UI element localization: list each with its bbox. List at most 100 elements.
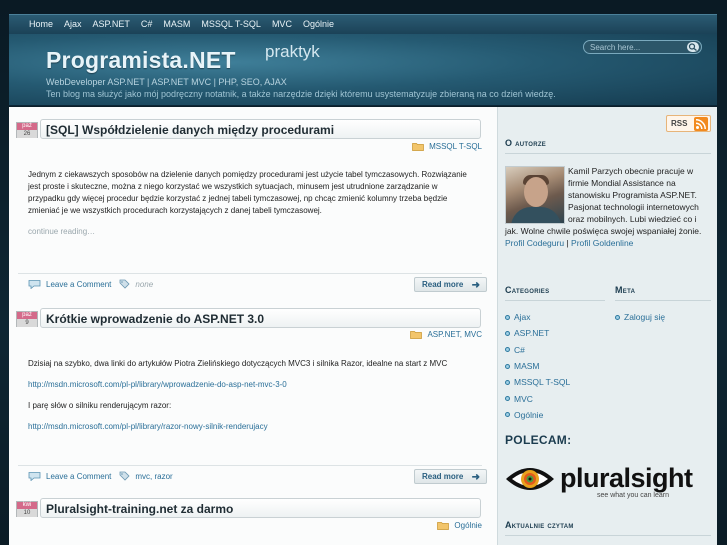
profile-goldenline-link[interactable]: Profil Goldenline (571, 238, 633, 248)
category-label: MSSQL T-SQL (514, 377, 571, 388)
post-link[interactable]: http://msdn.microsoft.com/pl-pl/library/… (28, 422, 268, 431)
category-label: ASP.NET (514, 328, 550, 339)
post-categories-link[interactable]: ASP.NET, MVC (427, 330, 482, 339)
category-item-mvc[interactable]: MVC (505, 390, 570, 406)
post-body: Jednym z ciekawszych sposobów na dzielen… (28, 169, 473, 247)
bullet-icon (615, 314, 620, 320)
post-title-bar: Krótkie wprowadzenie do ASP.NET 3.0 (40, 308, 481, 328)
category-item-ogolnie[interactable]: Ogólnie (505, 407, 570, 423)
tag-icon (119, 279, 130, 289)
post-date-badge: paź 9 (16, 311, 38, 327)
post-categories: ASP.NET, MVC (410, 330, 482, 339)
about-section: Kamil Parzych obecnie pracuje w firmie M… (505, 165, 711, 249)
nav-item-masm[interactable]: MASM (158, 15, 195, 34)
post-date-month: paź (17, 312, 37, 319)
read-more-button[interactable]: Read more ➜ (414, 469, 487, 484)
nav-item-aspnet[interactable]: ASP.NET (88, 15, 135, 34)
main-content: paź 26 [SQL] Współdzielenie danych międz… (9, 107, 497, 545)
post-categories: Ogólnie (437, 521, 482, 530)
pluralsight-logo[interactable]: pluralsight see what you can learn (504, 459, 704, 503)
bullet-icon (505, 396, 510, 402)
tag-icon (119, 471, 130, 481)
category-item-ajax[interactable]: Ajax (505, 309, 570, 325)
leave-comment-link[interactable]: Leave a Comment (46, 472, 111, 481)
top-navigation: Home Ajax ASP.NET C# MASM MSSQL T-SQL MV… (9, 14, 717, 34)
post-date-day: 26 (17, 130, 37, 138)
comment-icon (28, 280, 41, 289)
search-input[interactable] (590, 41, 682, 53)
polecam-heading: POLECAM: (505, 433, 572, 447)
leave-comment-link[interactable]: Leave a Comment (46, 280, 111, 289)
category-label: Ajax (514, 312, 531, 323)
category-label: Ogólnie (514, 409, 544, 420)
post-footer: Leave a Comment mvc, razor Read more ➜ (18, 465, 487, 487)
post-categories-link[interactable]: Ogólnie (454, 521, 482, 530)
site-description: Ten blog ma służyć jako mój podręczny no… (46, 89, 556, 99)
category-label: MASM (514, 361, 540, 372)
profile-codeguru-link[interactable]: Profil Codeguru (505, 238, 564, 248)
reading-heading: Aktualnie czytam (505, 520, 574, 530)
about-heading: O autorze (505, 138, 547, 148)
post-meta: Leave a Comment mvc, razor (28, 471, 173, 481)
category-item-mssql[interactable]: MSSQL T-SQL (505, 374, 570, 390)
divider (505, 535, 711, 536)
nav-item-mvc[interactable]: MVC (267, 15, 297, 34)
post-body: Dzisiaj na szybko, dwa linki do artykułó… (28, 358, 473, 442)
post-title-bar: [SQL] Współdzielenie danych między proce… (40, 119, 481, 139)
post-categories-link[interactable]: MSSQL T-SQL (429, 142, 482, 151)
arrow-right-icon: ➜ (471, 280, 480, 291)
about-links: Profil Codeguru | Profil Goldenline (505, 237, 711, 249)
rss-button[interactable]: RSS (666, 115, 711, 132)
rss-label: RSS (671, 119, 688, 128)
folder-icon (412, 143, 424, 151)
bullet-icon (505, 330, 510, 336)
post-paragraph: Dzisiaj na szybko, dwa linki do artykułó… (28, 359, 448, 368)
meta-label: Zaloguj się (624, 312, 666, 323)
rss-icon (694, 117, 708, 131)
link-separator: | (566, 238, 569, 248)
post-date-day: 10 (17, 509, 37, 517)
search-box (583, 40, 702, 54)
divider (505, 300, 605, 301)
post-date-month: paź (17, 123, 37, 130)
bullet-icon (505, 347, 510, 353)
site-title-suffix: praktyk (265, 42, 320, 61)
sidebar: RSS O autorze Kamil Parzych obecnie prac… (497, 107, 717, 545)
nav-item-ajax[interactable]: Ajax (59, 15, 87, 34)
category-label: C# (514, 344, 525, 355)
post-link[interactable]: http://msdn.microsoft.com/pl-pl/library/… (28, 380, 287, 389)
post-tags[interactable]: mvc, razor (135, 472, 172, 481)
search-icon[interactable] (687, 42, 699, 52)
folder-icon (410, 331, 423, 339)
nav-item-ogolnie[interactable]: Ogólnie (298, 15, 339, 34)
nav-item-csharp[interactable]: C# (136, 15, 158, 34)
pluralsight-tagline: see what you can learn (597, 492, 669, 499)
continue-reading-link[interactable]: continue reading… (28, 226, 473, 238)
category-item-csharp[interactable]: C# (505, 342, 570, 358)
post-tags: none (135, 279, 154, 289)
post-title[interactable]: Pluralsight-training.net za darmo (46, 502, 233, 516)
bullet-icon (505, 412, 510, 418)
read-more-button[interactable]: Read more ➜ (414, 277, 487, 292)
post-title[interactable]: Krótkie wprowadzenie do ASP.NET 3.0 (46, 312, 264, 326)
comment-icon (28, 472, 41, 481)
post-title[interactable]: [SQL] Współdzielenie danych między proce… (46, 123, 334, 137)
arrow-right-icon: ➜ (471, 472, 480, 483)
post-paragraph: I parę słów o silniku renderującym razor… (28, 401, 172, 410)
login-link[interactable]: Zaloguj się (615, 309, 665, 325)
post-paragraph: Jednym z ciekawszych sposobów na dzielen… (28, 170, 467, 215)
post-categories: MSSQL T-SQL (412, 142, 482, 151)
post-meta: Leave a Comment none (28, 279, 153, 289)
category-item-masm[interactable]: MASM (505, 358, 570, 374)
meta-list: Zaloguj się (615, 309, 665, 325)
site-title[interactable]: Programista.NET (46, 47, 236, 74)
post-date-badge: kwi 10 (16, 501, 38, 517)
nav-item-mssql[interactable]: MSSQL T-SQL (196, 15, 266, 34)
post-date-month: kwi (17, 502, 37, 509)
pluralsight-wordmark: pluralsight (560, 463, 693, 493)
site-subtitle: WebDeveloper ASP.NET | ASP.NET MVC | PHP… (46, 77, 287, 87)
nav-item-home[interactable]: Home (29, 15, 58, 34)
divider (505, 153, 711, 154)
category-item-aspnet[interactable]: ASP.NET (505, 325, 570, 341)
bullet-icon (505, 379, 510, 385)
